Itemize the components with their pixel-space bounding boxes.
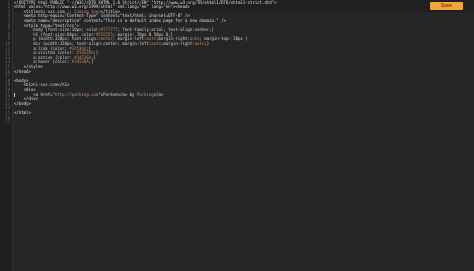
code-token: ;} bbox=[88, 59, 94, 65]
code-token: Parking bbox=[136, 91, 154, 97]
code-token: </a> by bbox=[117, 91, 137, 97]
code-token: </h1> bbox=[57, 82, 70, 88]
code-token: http://parking.com bbox=[54, 91, 99, 97]
code-token: </a> bbox=[153, 91, 164, 97]
save-button[interactable]: Save bbox=[430, 2, 463, 10]
code-line[interactable]: </body> bbox=[14, 100, 31, 107]
code-token: auto bbox=[194, 40, 205, 46]
line-number: 27 bbox=[5, 119, 10, 125]
code-token: Parked bbox=[103, 91, 118, 97]
code-token: hi-xxx.com bbox=[33, 82, 58, 88]
line-number-gutter: 1 2 3 4 5 6 7 8 9 10 11 12 13 14 15 16 17 18 19 20 21 22 23 24 2… bbox=[0, 0, 13, 271]
code-editor[interactable]: <!DOCTYPE html PUBLIC "-//W3C//DTD XHTML… bbox=[13, 0, 423, 271]
code-token: #34536A bbox=[71, 59, 89, 65]
code-token: </body> bbox=[14, 100, 31, 106]
code-token: </html> bbox=[14, 109, 31, 115]
code-token: auto bbox=[151, 40, 161, 46]
code-line[interactable]: </head> bbox=[14, 68, 31, 75]
code-token: ;} bbox=[204, 40, 210, 46]
code-token: </head> bbox=[14, 68, 31, 74]
code-token: ;margin-right: bbox=[160, 40, 195, 46]
code-line[interactable]: </html> bbox=[14, 109, 31, 116]
